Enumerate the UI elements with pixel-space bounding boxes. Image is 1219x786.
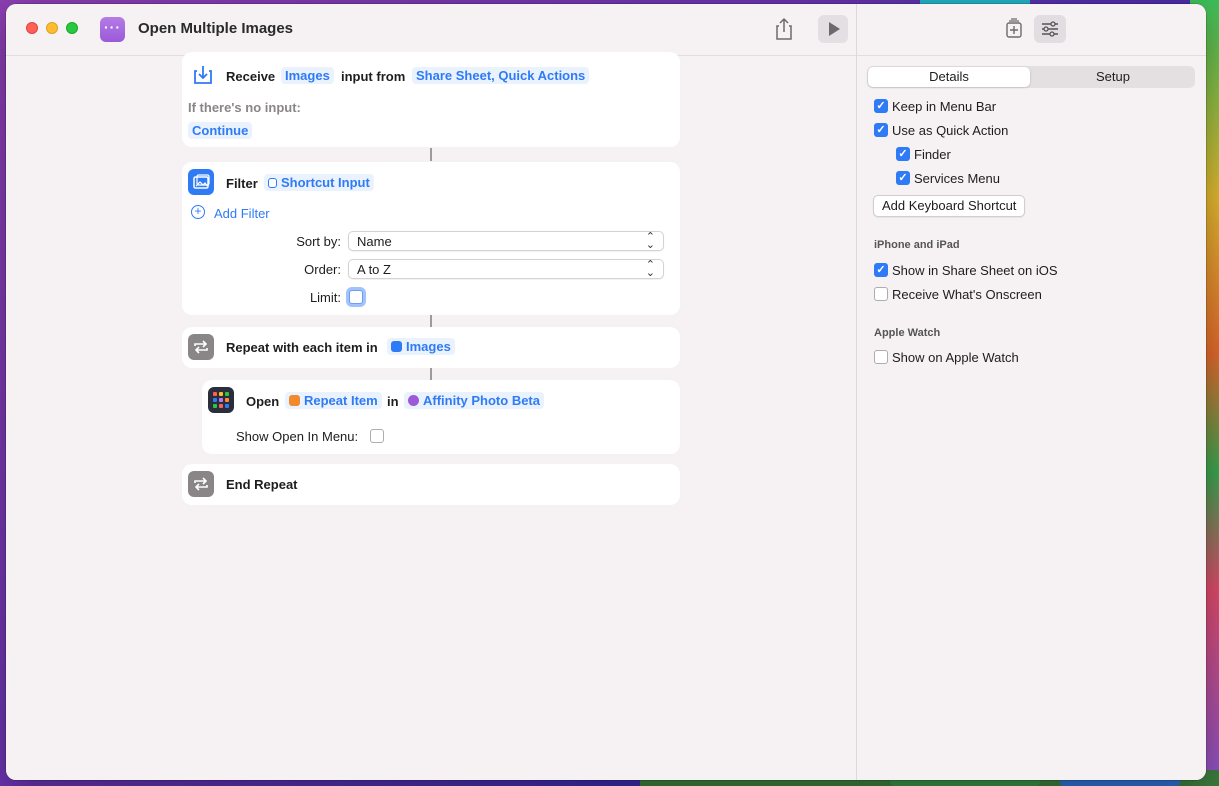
services-menu-label: Services Menu — [914, 171, 1000, 186]
zoom-window-button[interactable] — [66, 22, 78, 34]
shortcut-icon[interactable]: ··· — [100, 17, 125, 42]
shortcut-input-token[interactable]: Shortcut Input — [264, 174, 374, 191]
receive-onscreen-label: Receive What's Onscreen — [892, 287, 1042, 302]
sliders-icon — [1042, 21, 1058, 37]
show-in-share-sheet-checkbox[interactable]: ✓ — [874, 263, 888, 277]
repeat-icon — [188, 334, 214, 360]
repeat-action-card[interactable]: Repeat with each item in Images — [182, 327, 680, 368]
details-setup-segmented-control: Details Setup — [867, 66, 1195, 88]
finder-label: Finder — [914, 147, 951, 162]
end-repeat-action-card[interactable]: End Repeat — [182, 464, 680, 505]
receive-onscreen-checkbox[interactable] — [874, 287, 888, 301]
repeat-item-token-label: Repeat Item — [304, 393, 378, 408]
end-repeat-label: End Repeat — [226, 477, 298, 492]
share-button[interactable] — [772, 16, 796, 42]
action-connector — [430, 315, 432, 327]
repeat-icon — [188, 471, 214, 497]
receive-icon — [190, 61, 216, 87]
iphone-ipad-section-title: iPhone and iPad — [874, 239, 960, 251]
filter-label: Filter — [226, 176, 258, 191]
order-label: Order: — [304, 262, 341, 277]
limit-checkbox[interactable] — [349, 290, 363, 304]
app-grid-icon — [208, 387, 234, 413]
services-menu-checkbox[interactable]: ✓ — [896, 171, 910, 185]
shortcut-input-token-label: Shortcut Input — [281, 175, 370, 190]
action-library-button[interactable] — [998, 15, 1030, 43]
photos-filter-icon — [188, 169, 214, 195]
add-filter-button[interactable]: Add Filter — [214, 206, 270, 221]
order-value: A to Z — [357, 262, 391, 277]
sidebar-toolbar — [857, 4, 1206, 56]
action-connector — [430, 148, 432, 161]
limit-label: Limit: — [309, 290, 341, 305]
shortcut-input-icon — [268, 178, 277, 188]
add-filter-plus-icon[interactable]: + — [191, 205, 205, 219]
show-open-in-menu-label: Show Open In Menu: — [236, 429, 359, 444]
tab-details[interactable]: Details — [868, 67, 1030, 87]
in-label: in — [387, 394, 399, 409]
chevron-updown-icon: ⌃ ⌄ — [645, 259, 655, 279]
play-icon — [829, 22, 840, 36]
keep-in-menu-bar-label: Keep in Menu Bar — [892, 99, 997, 114]
close-window-button[interactable] — [26, 22, 38, 34]
show-on-apple-watch-label: Show on Apple Watch — [892, 350, 1019, 365]
no-input-label: If there's no input: — [188, 100, 301, 115]
shortcuts-window: ··· Open Multiple Images Receive Images … — [6, 4, 1206, 780]
use-as-quick-action-checkbox[interactable]: ✓ — [874, 123, 888, 137]
repeat-item-token[interactable]: Repeat Item — [285, 392, 382, 409]
input-from-label: input from — [341, 69, 406, 84]
shortcut-editor: Receive Images input from Share Sheet, Q… — [6, 52, 856, 780]
details-toggle-button[interactable] — [1034, 15, 1066, 43]
chevron-updown-icon: ⌃ ⌄ — [645, 231, 655, 251]
add-keyboard-shortcut-button[interactable]: Add Keyboard Shortcut — [873, 195, 1026, 217]
images-variable-icon — [391, 341, 402, 352]
tab-setup[interactable]: Setup — [1032, 67, 1194, 87]
no-input-action-token[interactable]: Continue — [188, 122, 253, 139]
sort-by-popup[interactable]: Name ⌃ ⌄ — [348, 231, 664, 251]
share-icon — [776, 17, 792, 40]
window-title[interactable]: Open Multiple Images — [138, 20, 293, 37]
repeat-images-token-label: Images — [406, 339, 451, 354]
sort-by-value: Name — [357, 234, 392, 249]
receive-action-card[interactable]: Receive Images input from Share Sheet, Q… — [182, 52, 680, 147]
add-action-icon — [1006, 18, 1022, 38]
app-token[interactable]: Affinity Photo Beta — [404, 392, 544, 409]
repeat-images-token[interactable]: Images — [387, 338, 455, 355]
action-connector — [430, 368, 432, 380]
minimize-window-button[interactable] — [46, 22, 58, 34]
open-app-action-card[interactable]: Open Repeat Item in Affinity Photo Beta … — [202, 380, 680, 454]
open-label: Open — [246, 394, 280, 409]
order-popup[interactable]: A to Z ⌃ ⌄ — [348, 259, 664, 279]
run-button[interactable] — [818, 15, 848, 43]
show-on-apple-watch-checkbox[interactable] — [874, 350, 888, 364]
keep-in-menu-bar-checkbox[interactable]: ✓ — [874, 99, 888, 113]
use-as-quick-action-label: Use as Quick Action — [892, 123, 1009, 138]
show-open-in-menu-checkbox[interactable] — [370, 429, 384, 443]
filter-action-card[interactable]: Filter Shortcut Input + Add Filter Sort … — [182, 162, 680, 315]
apple-watch-section-title: Apple Watch — [874, 327, 941, 339]
receive-label: Receive — [226, 69, 276, 84]
input-type-token[interactable]: Images — [281, 67, 334, 84]
details-sidebar: Details Setup ✓ Keep in Menu Bar ✓ Use a… — [856, 4, 1206, 780]
affinity-photo-icon — [408, 395, 419, 406]
finder-checkbox[interactable]: ✓ — [896, 147, 910, 161]
sort-by-label: Sort by: — [296, 234, 341, 249]
app-token-label: Affinity Photo Beta — [423, 393, 540, 408]
repeat-label: Repeat with each item in — [226, 340, 378, 355]
input-sources-token[interactable]: Share Sheet, Quick Actions — [412, 67, 590, 84]
show-in-share-sheet-label: Show in Share Sheet on iOS — [892, 263, 1058, 278]
repeat-item-variable-icon — [289, 395, 300, 406]
title-bar: ··· Open Multiple Images — [6, 4, 856, 56]
